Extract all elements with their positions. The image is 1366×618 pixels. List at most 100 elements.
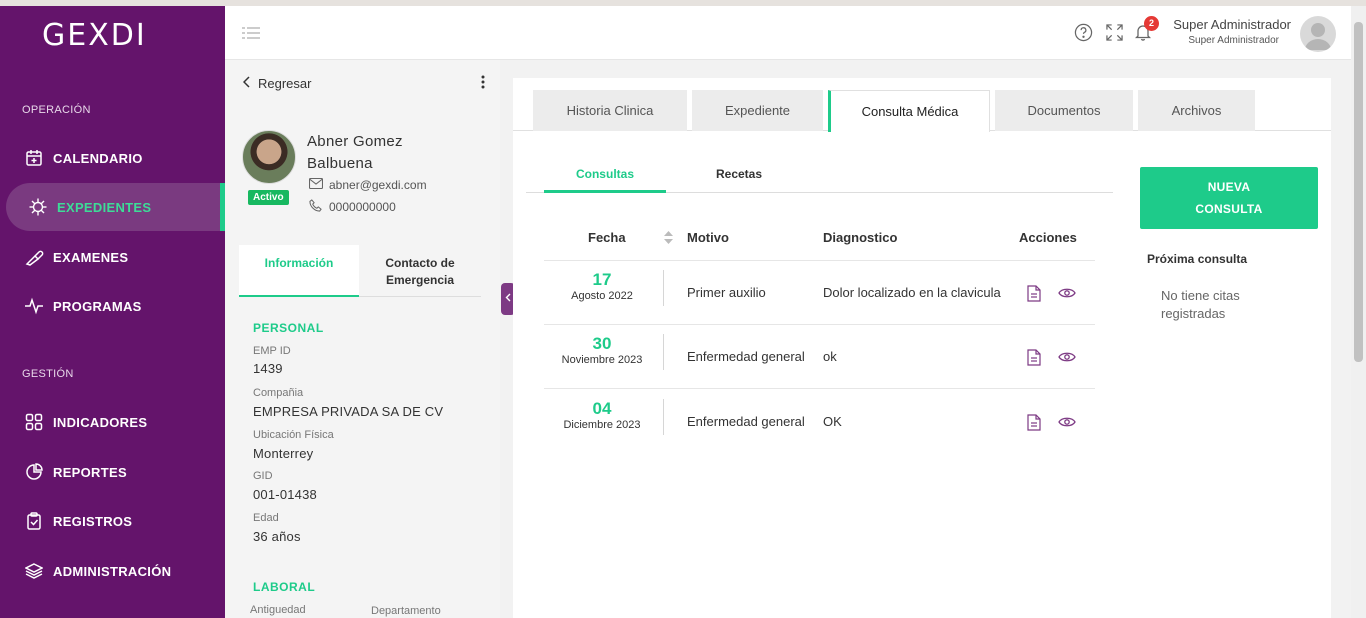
sidebar-item-label: EXAMENES: [53, 249, 129, 265]
sidebar-item-label: ADMINISTRACIÓN: [53, 563, 172, 579]
next-consultation-empty: No tiene citas registradas: [1161, 288, 1240, 321]
sidebar-item-label: CALENDARIO: [53, 150, 143, 166]
patient-avatar: [242, 130, 296, 184]
user-role: Super Administrador: [1188, 35, 1279, 46]
sidebar-item-indicadores[interactable]: INDICADORES: [0, 398, 225, 446]
field-label-emp-id: EMP ID: [253, 345, 291, 357]
field-value-gid: 001-01438: [253, 487, 317, 502]
subtab-consultas[interactable]: Consultas: [544, 167, 666, 181]
field-label-gid: GID: [253, 470, 273, 482]
tab-consulta-medica[interactable]: Consulta Médica: [828, 90, 990, 132]
help-icon[interactable]: [1073, 22, 1093, 42]
row-date-day: 17: [592, 270, 612, 289]
scrollbar-thumb[interactable]: [1354, 22, 1363, 362]
pipette-icon: [24, 247, 44, 267]
eye-icon[interactable]: [1058, 348, 1076, 366]
row-date-month: Diciembre 2023: [563, 419, 641, 431]
row-separator: [663, 270, 664, 306]
sidebar-item-label: REPORTES: [53, 464, 127, 480]
mail-icon: [308, 177, 324, 192]
row-separator: [663, 399, 664, 435]
more-options-icon[interactable]: [481, 75, 485, 94]
sidebar-item-label: EXPEDIENTES: [57, 199, 152, 215]
menu-toggle-icon[interactable]: [242, 26, 260, 45]
sidebar-item-examenes[interactable]: EXAMENES: [0, 233, 225, 281]
sidebar-item-label: INDICADORES: [53, 414, 148, 430]
back-label: Regresar: [258, 76, 312, 91]
field-label-departamento: Departamento: [371, 605, 441, 617]
section-label-gestion: GESTIÓN: [22, 368, 74, 380]
phone-icon: [309, 199, 323, 215]
new-button-line1: NUEVA: [1207, 180, 1251, 194]
user-avatar[interactable]: [1300, 16, 1336, 52]
row-divider: [544, 388, 1095, 389]
row-diagnostico: OK: [823, 414, 842, 429]
subtab-active-indicator: [544, 190, 666, 193]
tab-expediente[interactable]: Expediente: [692, 90, 823, 131]
next-consultation-title: Próxima consulta: [1147, 252, 1248, 266]
patient-phone[interactable]: 0000000000: [309, 199, 396, 215]
row-separator: [663, 334, 664, 370]
tab-contacto-emergencia[interactable]: Contacto de Emergencia: [359, 245, 481, 297]
sidebar-item-programas[interactable]: PROGRAMAS: [0, 282, 225, 330]
notification-badge: 2: [1144, 16, 1159, 31]
document-icon[interactable]: [1025, 284, 1043, 302]
field-value-ubicacion: Monterrey: [253, 446, 314, 461]
row-motivo: Enfermedad general: [687, 349, 805, 364]
field-value-emp-id: 1439: [253, 361, 283, 376]
grid-icon: [24, 412, 44, 432]
patient-email-text: abner@gexdi.com: [329, 178, 427, 192]
page-scrollbar[interactable]: [1351, 6, 1366, 618]
user-name[interactable]: Super Administrador: [1171, 17, 1291, 32]
sidebar: GEXDI OPERACIÓN CALENDARIO EXPEDIENTES E…: [0, 6, 225, 618]
back-link[interactable]: Regresar: [242, 76, 312, 91]
calendar-icon: [24, 148, 44, 168]
row-motivo: Enfermedad general: [687, 414, 805, 429]
row-divider: [544, 260, 1095, 261]
subtab-recetas[interactable]: Recetas: [680, 167, 798, 181]
field-value-compania: EMPRESA PRIVADA SA DE CV: [253, 404, 444, 419]
field-label-antiguedad: Antiguedad: [250, 604, 306, 616]
eye-icon[interactable]: [1058, 413, 1076, 431]
fullscreen-icon[interactable]: [1104, 22, 1124, 42]
section-laboral: LABORAL: [253, 580, 316, 594]
app-logo[interactable]: GEXDI: [42, 18, 147, 53]
patient-name: Abner Gomez Balbuena: [307, 133, 403, 172]
chevron-left-icon: [242, 76, 251, 91]
tab-archivos[interactable]: Archivos: [1138, 90, 1255, 131]
row-date-month: Agosto 2022: [571, 290, 633, 302]
tab-historia-clinica[interactable]: Historia Clinica: [533, 90, 687, 131]
th-motivo: Motivo: [687, 230, 729, 245]
tab-documentos[interactable]: Documentos: [995, 90, 1133, 131]
pulse-icon: [24, 296, 44, 316]
sidebar-item-administracion[interactable]: ADMINISTRACIÓN: [0, 547, 225, 595]
document-icon[interactable]: [1025, 413, 1043, 431]
patient-info-tabs: Información Contacto de Emergencia: [239, 245, 481, 297]
sidebar-item-expedientes[interactable]: EXPEDIENTES: [6, 183, 225, 231]
sidebar-item-registros[interactable]: REGISTROS: [0, 497, 225, 545]
row-date-month: Noviembre 2023: [561, 354, 643, 366]
field-value-edad: 36 años: [253, 529, 301, 544]
field-label-edad: Edad: [253, 512, 279, 524]
top-header: [225, 6, 1351, 60]
row-motivo: Primer auxilio: [687, 285, 766, 300]
sort-icon[interactable]: [664, 231, 673, 249]
document-icon[interactable]: [1025, 348, 1043, 366]
row-divider: [544, 324, 1095, 325]
patient-email[interactable]: abner@gexdi.com: [308, 177, 427, 192]
eye-icon[interactable]: [1058, 284, 1076, 302]
virus-icon: [28, 197, 48, 217]
patient-phone-text: 0000000000: [329, 200, 396, 214]
layers-icon: [24, 561, 44, 581]
th-diagnostico: Diagnostico: [823, 230, 898, 245]
new-consultation-button[interactable]: NUEVA CONSULTA: [1140, 167, 1318, 229]
clipboard-icon: [24, 511, 44, 531]
sidebar-item-reportes[interactable]: REPORTES: [0, 448, 225, 496]
tab-informacion[interactable]: Información: [239, 245, 359, 297]
pie-chart-icon: [24, 462, 44, 482]
chevron-left-icon: [505, 293, 511, 305]
section-label-operacion: OPERACIÓN: [22, 104, 91, 116]
th-fecha[interactable]: Fecha: [588, 230, 626, 245]
sidebar-item-calendario[interactable]: CALENDARIO: [0, 134, 225, 182]
status-badge: Activo: [248, 190, 289, 205]
